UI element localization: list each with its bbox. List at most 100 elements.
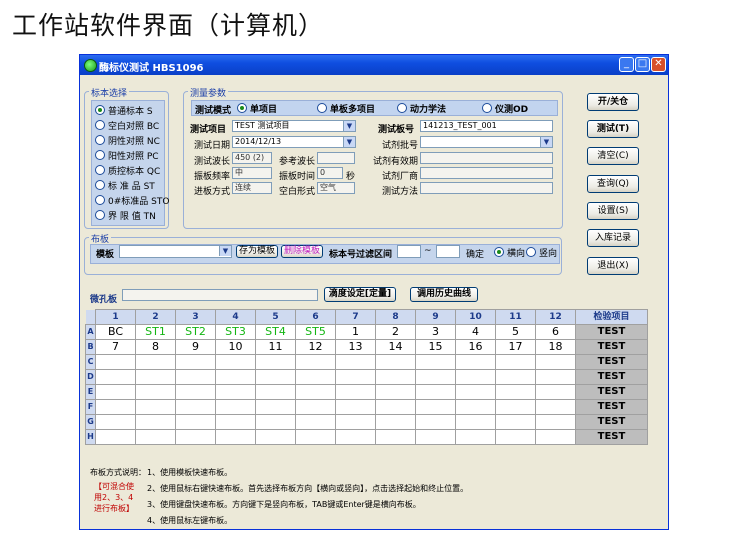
row-header[interactable]: G <box>85 414 96 430</box>
well-cell[interactable] <box>215 399 256 415</box>
chevron-down-icon[interactable]: ▼ <box>219 246 231 256</box>
method-field[interactable] <box>420 182 553 194</box>
direction-vertical-radio[interactable]: 竖向 <box>526 246 557 259</box>
well-cell[interactable] <box>295 369 336 385</box>
shake-freq-field[interactable]: 中 <box>232 167 272 179</box>
query-button[interactable]: 查询(Q) <box>587 175 639 193</box>
well-cell[interactable] <box>335 399 376 415</box>
well-cell[interactable]: 10 <box>215 339 256 355</box>
well-cell[interactable] <box>95 399 136 415</box>
well-cell[interactable] <box>375 369 416 385</box>
row-header[interactable]: A <box>85 324 96 340</box>
well-cell[interactable]: 8 <box>135 339 176 355</box>
history-curve-button[interactable]: 调用历史曲线 <box>410 287 478 302</box>
well-cell[interactable]: 13 <box>335 339 376 355</box>
well-cell[interactable]: ST4 <box>255 324 296 340</box>
well-cell[interactable]: 3 <box>415 324 456 340</box>
well-cell[interactable] <box>295 384 336 400</box>
well-cell[interactable] <box>455 414 496 430</box>
well-cell[interactable] <box>295 399 336 415</box>
feed-mode-field[interactable]: 连续 <box>232 182 272 194</box>
test-item-cell[interactable]: TEST <box>575 354 648 370</box>
well-cell[interactable] <box>135 384 176 400</box>
filter-to-field[interactable] <box>436 245 460 258</box>
well-cell[interactable] <box>495 384 536 400</box>
column-header[interactable]: 10 <box>455 309 496 325</box>
well-cell[interactable] <box>375 399 416 415</box>
entry-record-button[interactable]: 入库记录 <box>587 229 639 247</box>
column-header[interactable]: 7 <box>335 309 376 325</box>
well-cell[interactable] <box>215 384 256 400</box>
title-bar[interactable]: 酶标仪测试 HBS1096 _ □ ✕ <box>80 55 668 75</box>
well-cell[interactable]: 15 <box>415 339 456 355</box>
test-mode-radio[interactable]: 单板多项目 <box>317 102 375 115</box>
column-header[interactable]: 12 <box>535 309 576 325</box>
chevron-down-icon[interactable]: ▼ <box>540 137 552 147</box>
well-cell[interactable] <box>215 414 256 430</box>
well-cell[interactable] <box>455 354 496 370</box>
row-header[interactable]: D <box>85 369 96 385</box>
expiry-field[interactable] <box>420 152 553 164</box>
direction-horizontal-radio[interactable]: 横向 <box>494 246 525 259</box>
well-cell[interactable] <box>175 414 216 430</box>
well-cell[interactable] <box>375 354 416 370</box>
well-cell[interactable] <box>535 414 576 430</box>
well-cell[interactable] <box>335 414 376 430</box>
well-cell[interactable] <box>455 384 496 400</box>
well-cell[interactable] <box>295 414 336 430</box>
row-header[interactable]: H <box>85 429 96 445</box>
well-cell[interactable]: 9 <box>175 339 216 355</box>
well-cell[interactable]: 2 <box>375 324 416 340</box>
template-select[interactable]: ▼ <box>119 245 232 258</box>
well-cell[interactable] <box>495 429 536 445</box>
well-cell[interactable] <box>175 399 216 415</box>
well-cell[interactable]: 16 <box>455 339 496 355</box>
column-header[interactable]: 5 <box>255 309 296 325</box>
well-cell[interactable] <box>175 429 216 445</box>
well-cell[interactable] <box>95 384 136 400</box>
maximize-icon[interactable]: □ <box>635 57 650 72</box>
ref-wave-field[interactable] <box>317 152 355 164</box>
well-cell[interactable]: 17 <box>495 339 536 355</box>
well-cell[interactable] <box>255 399 296 415</box>
well-cell[interactable] <box>535 384 576 400</box>
batch-no-select[interactable]: ▼ <box>420 136 553 148</box>
well-cell[interactable] <box>255 354 296 370</box>
well-cell[interactable]: ST5 <box>295 324 336 340</box>
standard-option-radio[interactable]: 普通标本 S <box>95 104 153 117</box>
well-cell[interactable] <box>495 354 536 370</box>
well-cell[interactable] <box>135 429 176 445</box>
well-cell[interactable] <box>535 369 576 385</box>
column-header[interactable]: 11 <box>495 309 536 325</box>
test-item-cell[interactable]: TEST <box>575 384 648 400</box>
column-header[interactable]: 2 <box>135 309 176 325</box>
exit-button[interactable]: 退出(X) <box>587 257 639 275</box>
plate-no-field[interactable]: 141213_TEST_001 <box>420 120 553 132</box>
clear-button[interactable]: 清空(C) <box>587 147 639 165</box>
column-header[interactable]: 6 <box>295 309 336 325</box>
well-cell[interactable] <box>95 354 136 370</box>
test-mode-radio[interactable]: 仪测OD <box>482 102 528 115</box>
well-cell[interactable]: BC <box>95 324 136 340</box>
well-cell[interactable] <box>295 354 336 370</box>
well-cell[interactable] <box>135 354 176 370</box>
well-cell[interactable] <box>215 369 256 385</box>
well-cell[interactable] <box>415 369 456 385</box>
test-item-cell[interactable]: TEST <box>575 429 648 445</box>
close-icon[interactable]: ✕ <box>651 57 666 72</box>
test-item-cell[interactable]: TEST <box>575 399 648 415</box>
well-cell[interactable] <box>455 369 496 385</box>
row-header[interactable]: E <box>85 384 96 400</box>
well-cell[interactable]: 4 <box>455 324 496 340</box>
test-button[interactable]: 测试(T) <box>587 120 639 138</box>
well-cell[interactable] <box>455 429 496 445</box>
well-cell[interactable] <box>335 429 376 445</box>
maker-field[interactable] <box>420 167 553 179</box>
test-mode-radio[interactable]: 单项目 <box>237 102 277 115</box>
row-header[interactable]: C <box>85 354 96 370</box>
minimize-icon[interactable]: _ <box>619 57 634 72</box>
well-cell[interactable] <box>335 384 376 400</box>
well-cell[interactable]: ST1 <box>135 324 176 340</box>
well-cell[interactable] <box>375 384 416 400</box>
filter-from-field[interactable] <box>397 245 421 258</box>
